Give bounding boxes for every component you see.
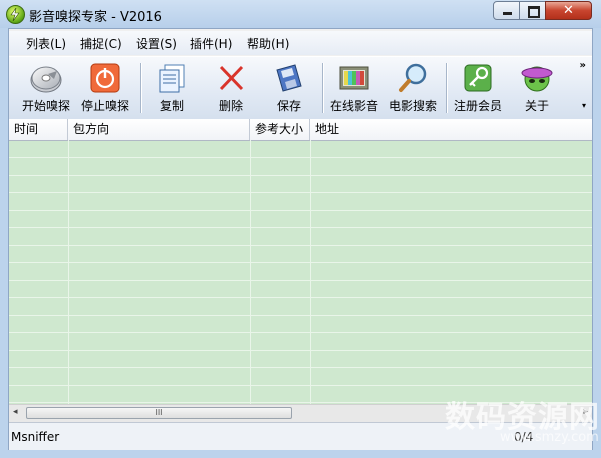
title-bar[interactable]: 影音嗅探专家 - V2016 ✕ [0,0,601,28]
online-video-button[interactable]: 在线影音 [323,62,385,116]
register-member-button[interactable]: 注册会员 [447,62,509,116]
maximize-icon [528,6,540,18]
movie-search-label: 电影搜索 [388,99,437,113]
menu-list[interactable]: 列表(L) [26,35,66,52]
maximize-button[interactable] [519,1,546,20]
power-icon [90,63,120,93]
grid-row-line [9,157,592,158]
menu-plugins[interactable]: 插件(H) [190,35,232,52]
disc-icon [30,66,62,93]
toolbar-overflow-icon[interactable]: » [580,60,586,71]
toolbar: 开始嗅探 停止嗅探 复制 删除 保存 在线影音 电影搜索 注册会员 关于 » ▾ [9,56,592,120]
grid-row-line [9,192,592,193]
grid-row-line [9,262,592,263]
menu-help[interactable]: 帮助(H) [247,35,289,52]
list-header: 时间 包方向 参考大小 地址 [9,119,592,141]
copy-icon [159,64,185,93]
grid-column-line [250,140,251,404]
online-video-label: 在线影音 [329,99,378,113]
menu-bar: 列表(L) 捕捉(C) 设置(S) 插件(H) 帮助(H) [9,31,592,55]
grid-column-line [68,140,69,404]
save-button[interactable]: 保存 [258,62,320,116]
packet-list[interactable]: 时间 包方向 参考大小 地址 [9,119,592,404]
grid-row-line [9,350,592,351]
close-icon: ✕ [563,3,574,18]
menu-settings[interactable]: 设置(S) [136,35,177,52]
grid-row-line [9,332,592,333]
movie-search-button[interactable]: 电影搜索 [382,62,444,116]
grid-row-line [9,280,592,281]
grid-row-line [9,210,592,211]
column-header-address[interactable]: 地址 [310,119,592,140]
magnifier-icon [399,63,427,92]
copy-label: 复制 [159,99,184,113]
grid-row-line [9,367,592,368]
close-button[interactable]: ✕ [545,1,592,20]
stop-sniff-label: 停止嗅探 [80,99,129,113]
about-label: 关于 [524,99,549,113]
window-title: 影音嗅探专家 - V2016 [29,10,162,25]
floppy-icon [276,64,302,92]
tv-icon [339,66,369,90]
watermark-url: www.smzy.com [500,430,599,445]
grid-row-line [9,227,592,228]
grid-column-line [310,140,311,404]
register-member-label: 注册会员 [453,99,502,113]
grid-row-line [9,297,592,298]
column-header-time[interactable]: 时间 [9,119,68,140]
about-button[interactable]: 关于 [506,62,568,116]
key-icon [464,64,492,92]
column-header-size[interactable]: 参考大小 [250,119,310,140]
watermark: 数码资源网 www.smzy.com [360,386,600,458]
grid-row-line [9,315,592,316]
grid-row-line [9,245,592,246]
stop-sniff-button[interactable]: 停止嗅探 [74,62,136,116]
grid-row-line [9,175,592,176]
scroll-left-icon[interactable]: ◂ [13,407,18,417]
delete-label: 删除 [218,99,243,113]
menu-capture[interactable]: 捕捉(C) [80,35,122,52]
delete-icon [219,65,244,91]
minimize-button[interactable] [493,1,520,20]
minimize-icon [503,12,512,15]
app-lightning-icon [6,5,25,24]
app-window: 影音嗅探专家 - V2016 ✕ 列表(L) 捕捉(C) 设置(S) 插件(H)… [0,0,601,458]
column-header-direction[interactable]: 包方向 [68,119,250,140]
toolbar-dropdown-icon[interactable]: ▾ [582,101,586,110]
delete-button[interactable]: 删除 [200,62,262,116]
start-sniff-button[interactable]: 开始嗅探 [15,62,77,116]
start-sniff-label: 开始嗅探 [21,99,70,113]
alien-icon [521,66,553,92]
save-label: 保存 [276,99,301,113]
copy-button[interactable]: 复制 [141,62,203,116]
status-text: Msniffer [11,430,60,444]
scroll-thumb[interactable]: III [26,407,292,419]
